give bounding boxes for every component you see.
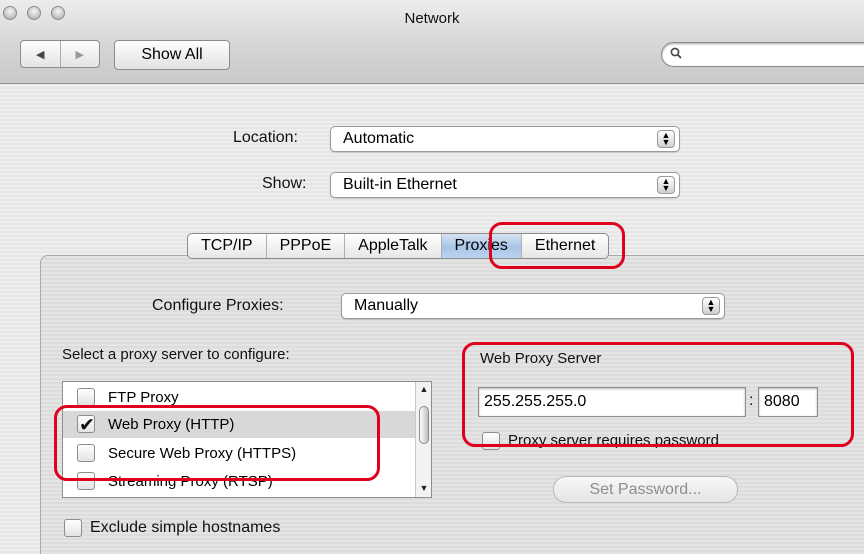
ftp-proxy-checkbox[interactable] bbox=[77, 388, 95, 406]
show-popup[interactable]: Built-in Ethernet ▲ ▼ bbox=[330, 172, 680, 198]
proxy-list-heading: Select a proxy server to configure: bbox=[62, 346, 290, 363]
tab-ethernet[interactable]: Ethernet bbox=[522, 234, 608, 258]
tab-tcp-ip[interactable]: TCP/IP bbox=[188, 234, 267, 258]
tab-proxies[interactable]: Proxies bbox=[441, 234, 522, 258]
scroll-up-arrow-icon[interactable]: ▲ bbox=[416, 384, 431, 398]
list-item-secure-web-proxy[interactable]: Secure Web Proxy (HTTPS) bbox=[63, 440, 415, 467]
search-icon bbox=[670, 47, 682, 59]
search-field[interactable] bbox=[661, 42, 864, 67]
back-button[interactable]: ◀ bbox=[21, 41, 60, 67]
exclude-simple-hostnames-label: Exclude simple hostnames bbox=[90, 519, 281, 536]
set-password-button[interactable]: Set Password... bbox=[553, 476, 738, 503]
network-preferences-window: Network ◀ ▶ Show All Location: Automatic… bbox=[0, 0, 864, 554]
show-value: Built-in Ethernet bbox=[343, 176, 457, 193]
location-value: Automatic bbox=[343, 130, 415, 147]
list-item-streaming-proxy[interactable]: Streaming Proxy (RTSP) bbox=[63, 468, 415, 495]
checkmark-icon: ✔ bbox=[79, 415, 95, 436]
requires-password-label: Proxy server requires password bbox=[508, 432, 719, 449]
popup-arrows-icon: ▲ ▼ bbox=[657, 130, 675, 148]
show-all-button[interactable]: Show All bbox=[114, 40, 230, 70]
forward-button[interactable]: ▶ bbox=[59, 41, 100, 67]
back-arrow-icon: ◀ bbox=[36, 48, 45, 61]
configure-proxies-popup[interactable]: Manually ▲ ▼ bbox=[341, 293, 725, 319]
list-item-label: Streaming Proxy (RTSP) bbox=[108, 473, 273, 490]
port-separator: : bbox=[749, 392, 754, 409]
proxy-address-field[interactable]: 255.255.255.0 bbox=[478, 387, 746, 417]
list-item-ftp-proxy[interactable]: FTP Proxy bbox=[63, 384, 415, 411]
tab-bar: TCP/IP PPPoE AppleTalk Proxies Ethernet bbox=[187, 233, 610, 259]
popup-arrows-icon: ▲ ▼ bbox=[702, 297, 720, 315]
tab-pppoe[interactable]: PPPoE bbox=[267, 234, 346, 258]
proxy-list-scrollbar[interactable]: ▲ ▼ bbox=[415, 382, 431, 497]
list-item-web-proxy[interactable]: ✔ Web Proxy (HTTP) bbox=[63, 411, 415, 438]
secure-web-proxy-checkbox[interactable] bbox=[77, 444, 95, 462]
forward-arrow-icon: ▶ bbox=[75, 48, 84, 61]
proxy-port-field[interactable]: 8080 bbox=[758, 387, 818, 417]
tab-appletalk[interactable]: AppleTalk bbox=[345, 234, 442, 258]
location-popup[interactable]: Automatic ▲ ▼ bbox=[330, 126, 680, 152]
scroll-down-arrow-icon[interactable]: ▼ bbox=[416, 483, 431, 497]
back-forward-control: ◀ ▶ bbox=[20, 40, 100, 68]
list-item-label: Web Proxy (HTTP) bbox=[108, 416, 235, 433]
window-title: Network bbox=[404, 10, 460, 27]
scroll-thumb[interactable] bbox=[419, 406, 429, 444]
web-proxy-checkbox[interactable]: ✔ bbox=[77, 415, 95, 436]
location-label: Location: bbox=[233, 129, 298, 146]
exclude-simple-hostnames-checkbox[interactable] bbox=[64, 519, 82, 537]
toolbar: Network ◀ ▶ Show All bbox=[0, 0, 864, 84]
list-item-label: FTP Proxy bbox=[108, 389, 179, 406]
show-label: Show: bbox=[262, 175, 307, 192]
streaming-proxy-checkbox[interactable] bbox=[77, 472, 95, 490]
proxy-list: FTP Proxy ✔ Web Proxy (HTTP) Secure Web … bbox=[62, 381, 432, 498]
configure-proxies-value: Manually bbox=[354, 297, 419, 314]
configure-proxies-label: Configure Proxies: bbox=[152, 297, 284, 314]
requires-password-checkbox[interactable] bbox=[482, 432, 500, 450]
list-item-label: Secure Web Proxy (HTTPS) bbox=[108, 445, 297, 462]
popup-arrows-icon: ▲ ▼ bbox=[657, 176, 675, 194]
web-proxy-server-heading: Web Proxy Server bbox=[480, 350, 602, 367]
